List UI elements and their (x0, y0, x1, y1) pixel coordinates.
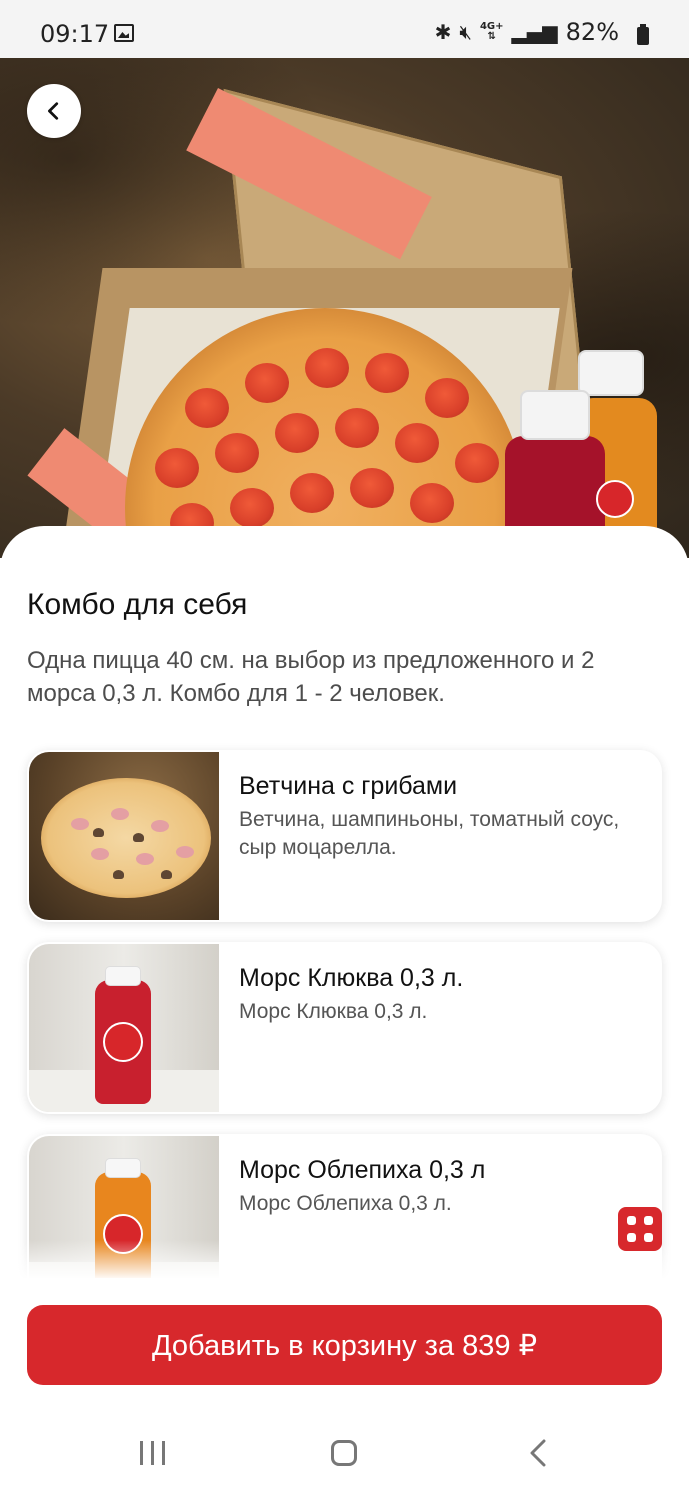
item-description: Морс Облепиха 0,3 л. (239, 1192, 452, 1215)
bottom-bar: Добавить в корзину за 839 ₽ (0, 1278, 689, 1492)
nav-back-icon[interactable] (528, 1439, 548, 1467)
status-icons: ✱ 🔇︎ 4G+ ⇅ ▂▄▆ 82% (435, 18, 643, 46)
drink-thumbnail (29, 944, 219, 1112)
home-icon[interactable] (331, 1440, 357, 1466)
signal-icon: ▂▄▆ (511, 20, 558, 44)
status-time: 09:17 (40, 20, 110, 48)
item-name: Морс Клюква 0,3 л. (239, 964, 464, 992)
product-title: Комбо для себя (27, 588, 248, 621)
recents-icon[interactable] (140, 1441, 166, 1465)
item-name: Ветчина с грибами (239, 772, 458, 800)
back-button[interactable] (27, 84, 81, 138)
item-description: Ветчина, шампиньоны, томатный соус, сыр … (239, 808, 620, 859)
pizza-thumbnail (29, 752, 219, 920)
hero-image (0, 58, 689, 558)
battery-icon (637, 24, 649, 45)
dice-icon[interactable] (618, 1207, 662, 1251)
bluetooth-icon: ✱ (434, 20, 452, 44)
item-name: Морс Облепиха 0,3 л (239, 1156, 486, 1184)
status-bar: 09:17 ✱ 🔇︎ 4G+ ⇅ ▂▄▆ 82% (0, 0, 689, 58)
combo-item-card[interactable]: Ветчина с грибами Ветчина, шампиньоны, т… (27, 750, 662, 922)
system-nav-bar (0, 1413, 689, 1492)
add-to-cart-button[interactable]: Добавить в корзину за 839 ₽ (27, 1305, 662, 1385)
combo-item-card[interactable]: Морс Клюква 0,3 л. Морс Клюква 0,3 л. (27, 942, 662, 1114)
gallery-icon (114, 24, 134, 42)
product-description: Одна пицца 40 см. на выбор из предложенн… (27, 647, 595, 707)
mute-icon: 🔇︎ (459, 20, 472, 44)
chevron-left-icon (48, 102, 59, 120)
item-description: Морс Клюква 0,3 л. (239, 1000, 428, 1023)
battery-percent: 82% (565, 18, 619, 46)
4g-icon: 4G+ ⇅ (479, 21, 504, 42)
